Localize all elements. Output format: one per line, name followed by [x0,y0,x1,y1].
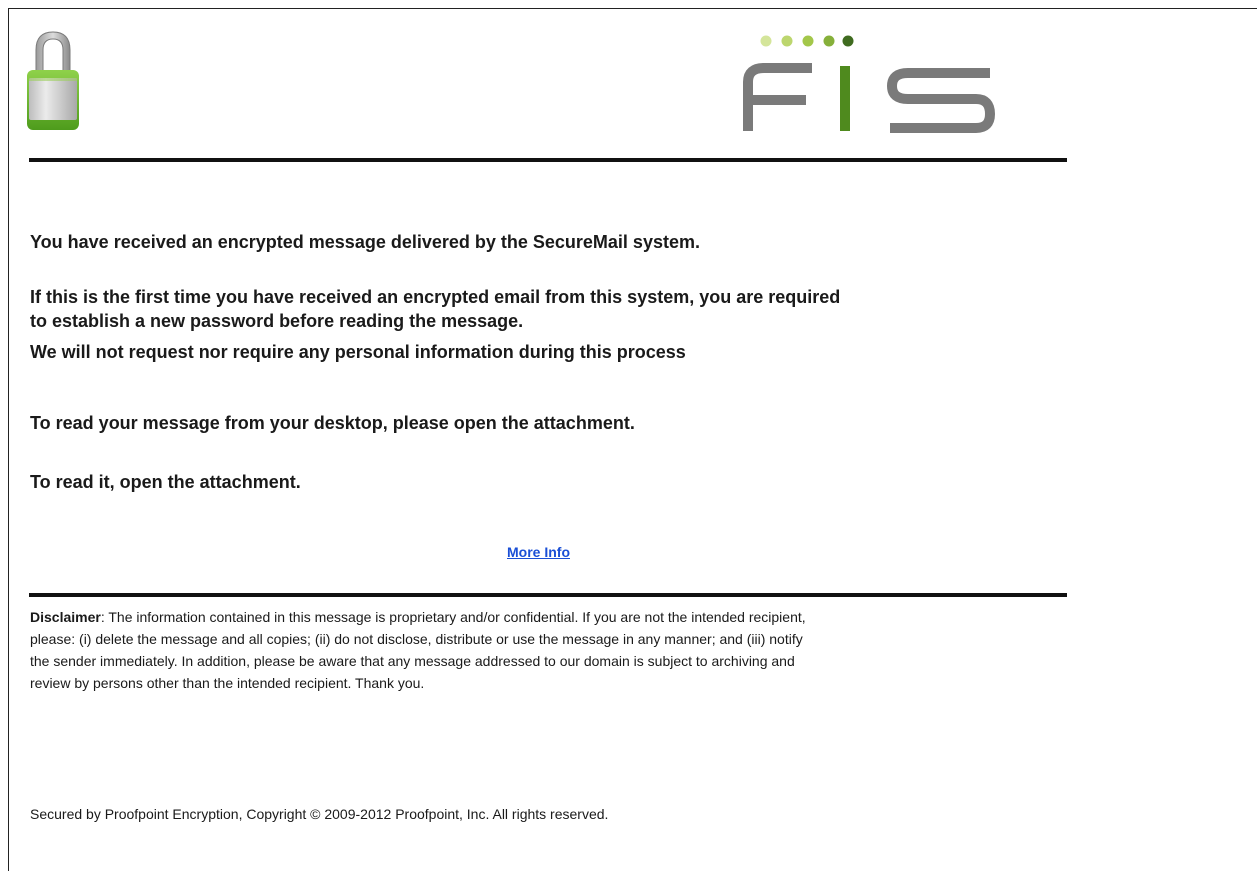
padlock-icon [27,31,79,130]
disclaimer-line-1: Disclaimer: The information contained in… [30,606,1060,628]
more-info-link[interactable]: More Info [507,544,570,560]
message-attachment-instruction: To read it, open the attachment. [30,472,301,492]
disclaimer-line-2: please: (i) delete the message and all c… [30,631,803,647]
frame-left-border [8,8,9,871]
message-intro: You have received an encrypted message d… [30,232,700,252]
fis-logo [743,35,996,133]
disclaimer-line-1-text: : The information contained in this mess… [100,609,806,625]
header-divider [29,158,1067,162]
message-first-time-line: If this is the first time you have recei… [30,287,841,307]
disclaimer-label: Disclaimer [30,609,101,625]
disclaimer-line-4: review by persons other than the intende… [30,675,425,691]
disclaimer-line-3: the sender immediately. In addition, ple… [30,653,795,669]
disclaimer-text: Disclaimer: The information contained in… [30,606,1060,694]
message-password-line: to establish a new password before readi… [30,311,524,331]
message-privacy-line: We will not request nor require any pers… [30,342,686,362]
copyright-footer: Secured by Proofpoint Encryption, Copyri… [30,806,609,822]
footer-divider [29,593,1067,597]
message-desktop-instruction: To read your message from your desktop, … [30,413,635,433]
frame-top-border [8,8,1257,9]
